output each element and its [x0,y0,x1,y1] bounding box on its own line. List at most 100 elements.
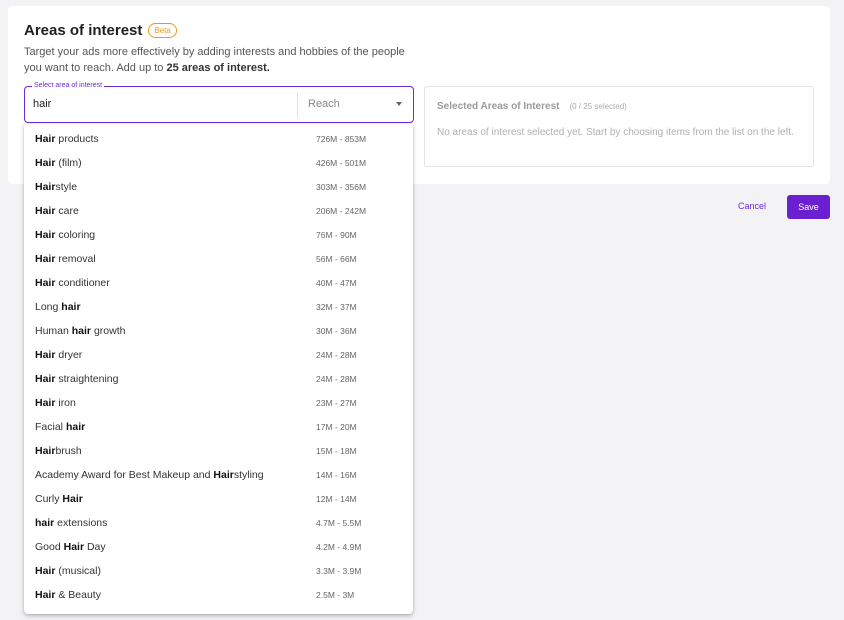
option-text: Academy Award for Best Makeup and [35,469,214,481]
interest-option[interactable]: Hair removal 56M - 66M [24,248,413,272]
interest-option[interactable]: Hair iron 23M - 27M [24,392,413,416]
field-divider [297,93,298,118]
match-highlight: Hair [35,397,56,409]
interest-search-field[interactable]: Select area of interest Reach [24,81,414,123]
match-highlight: Hair [35,349,56,361]
match-highlight: Hair [213,469,234,481]
interest-option-reach: 15M - 18M [316,446,357,456]
interest-option-reach: 303M - 356M [316,182,367,192]
option-text: care [55,205,79,217]
option-text: products [55,133,99,145]
selected-header: Selected Areas of Interest (0 / 25 selec… [437,101,627,112]
interest-option[interactable]: Hair dryer 24M - 28M [24,344,413,368]
description-limit: 25 areas of interest. [166,62,270,74]
cancel-button[interactable]: Cancel [730,195,774,217]
match-highlight: Hair [35,589,56,601]
match-highlight: Hair [63,541,85,553]
interest-option[interactable]: Hair straightening 24M - 28M [24,368,413,392]
interest-dropdown-list: Hair products 726M - 853M Hair (film) 426M … [24,124,413,614]
interest-option-label: Hair (musical) [35,565,101,577]
option-text: & Beauty [55,589,101,601]
title-row: Areas of interest Beta [24,22,177,39]
match-highlight: Hair [35,565,56,577]
interest-option-reach: 24M - 28M [316,374,357,384]
search-input[interactable] [33,98,283,110]
interest-option-reach: 12M - 14M [316,494,357,504]
option-text: coloring [55,229,96,241]
option-text: Human [35,325,72,337]
interest-option[interactable]: Hair (film) 426M - 501M [24,152,413,176]
interest-option[interactable]: Academy Award for Best Makeup and Hairst… [24,464,413,488]
description: Target your ads more effectively by addi… [24,44,424,76]
match-highlight: Hair [35,445,56,457]
caret-down-icon[interactable] [396,102,402,106]
interest-option-reach: 24M - 28M [316,350,357,360]
match-highlight: Hair [35,373,56,385]
interest-option-label: Curly Hair [35,493,83,505]
match-highlight: Hair [35,277,56,289]
interest-option-label: Hair & Beauty [35,589,101,601]
interest-option-reach: 56M - 66M [316,254,357,264]
reach-select[interactable]: Reach [308,98,340,110]
match-highlight: Hair [35,205,56,217]
interest-option[interactable]: Hairbrush 15M - 18M [24,440,413,464]
interest-option-label: Hair products [35,133,99,145]
option-text: Curly [35,493,63,505]
option-text: removal [55,253,96,265]
interest-option-label: Hairbrush [35,445,82,457]
interest-option-reach: 17M - 20M [316,422,357,432]
beta-badge: Beta [148,23,177,38]
interest-option-reach: 76M - 90M [316,230,357,240]
interest-option-label: Academy Award for Best Makeup and Hairst… [35,469,264,481]
match-highlight: Hair [35,181,56,193]
match-highlight: hair [65,421,86,433]
match-highlight: Hair [35,253,56,265]
interest-option-reach: 14M - 16M [316,470,357,480]
option-text: growth [91,325,126,337]
interest-option[interactable]: Hair & Beauty 2.5M - 3M [24,584,413,608]
interest-option-label: Hairstyle [35,181,77,193]
interest-option-label: Hair coloring [35,229,95,241]
option-text: (film) [55,157,82,169]
interest-option-reach: 3.3M - 3.9M [316,566,362,576]
interest-option-reach: 2.5M - 3M [316,590,355,600]
search-field-label: Select area of interest [32,81,105,91]
interest-option[interactable]: Hair products 726M - 853M [24,128,413,152]
selected-areas-panel: Selected Areas of Interest (0 / 25 selec… [424,86,814,167]
interest-option[interactable]: Human hair growth 30M - 36M [24,320,413,344]
interest-option[interactable]: hair extensions 4.7M - 5.5M [24,512,413,536]
interest-option[interactable]: Hair (musical) 3.3M - 3.9M [24,560,413,584]
interest-option[interactable]: Hair care 206M - 242M [24,200,413,224]
interest-option-reach: 426M - 501M [316,158,367,168]
interest-option[interactable]: Hair coloring 76M - 90M [24,224,413,248]
interest-option-label: Good Hair Day [35,541,106,553]
interest-option-reach: 726M - 853M [316,134,367,144]
option-text: (musical) [55,565,101,577]
interest-option[interactable]: Hairstyle 303M - 356M [24,176,413,200]
match-highlight: Hair [35,133,56,145]
interest-option-label: Hair straightening [35,373,118,385]
match-highlight: Hair [35,229,56,241]
interest-option-reach: 30M - 36M [316,326,357,336]
option-text: Day [84,541,106,553]
match-highlight: hair [71,325,92,337]
option-text: styling [233,469,264,481]
interest-option[interactable]: Good Hair Day 4.2M - 4.9M [24,536,413,560]
interest-option[interactable]: Long hair 32M - 37M [24,296,413,320]
interest-option-label: Hair dryer [35,349,82,361]
option-text: conditioner [55,277,110,289]
interest-option-label: Human hair growth [35,325,125,337]
interest-option-reach: 40M - 47M [316,278,357,288]
match-highlight: Hair [62,493,83,505]
interest-option-label: Hair care [35,205,79,217]
selected-count: (0 / 25 selected) [569,102,627,111]
page-title: Areas of interest [24,22,143,39]
interest-option[interactable]: Curly Hair 12M - 14M [24,488,413,512]
interest-option[interactable]: Hair conditioner 40M - 47M [24,272,413,296]
save-button[interactable]: Save [787,195,830,219]
interest-option-label: Hair iron [35,397,76,409]
interest-option[interactable]: Facial hair 17M - 20M [24,416,413,440]
option-text: straightening [55,373,119,385]
option-text: extensions [54,517,108,529]
interest-option-reach: 206M - 242M [316,206,367,216]
